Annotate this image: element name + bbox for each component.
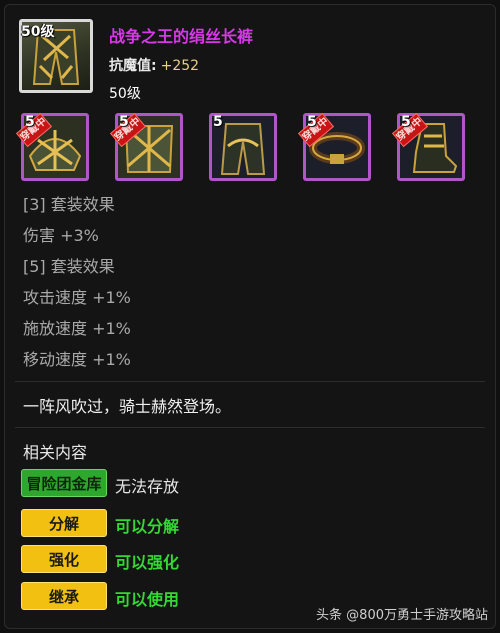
enhance-button[interactable]: 强化 (21, 545, 107, 573)
set-effect-line: 攻击速度 +1% (23, 288, 131, 307)
required-level: 50级 (109, 86, 141, 102)
slot-count: 5 (307, 114, 317, 130)
slot-count: 5 (401, 114, 411, 130)
disassemble-button[interactable]: 分解 (21, 509, 107, 537)
set-effect-line: 施放速度 +1% (23, 319, 131, 338)
adventure-vault-button[interactable]: 冒险团金库 (21, 469, 107, 497)
item-tooltip-panel: 50级 战争之王的绢丝长裤 抗魔值:+252 50级 5 穿戴中 5 穿戴中 (4, 4, 496, 629)
item-icon-frame[interactable]: 50级 (19, 19, 93, 93)
item-name: 战争之王的绢丝长裤 (109, 27, 254, 46)
stat-label: 抗魔值: (109, 58, 157, 74)
set-effect-header-5: [5] 套装效果 (23, 257, 115, 276)
set-slot-2[interactable]: 5 穿戴中 (109, 112, 183, 181)
set-slot-4[interactable]: 5 穿戴中 (297, 112, 371, 181)
inherit-button[interactable]: 继承 (21, 582, 107, 610)
slot-count: 5 (25, 114, 35, 130)
divider (15, 427, 485, 428)
set-slot-3[interactable]: 5 (209, 113, 277, 181)
set-slot-1[interactable]: 5 穿戴中 (15, 112, 89, 181)
set-effect-line: 伤害 +3% (23, 226, 99, 245)
slot-count: 5 (213, 114, 223, 130)
flavor-text: 一阵风吹过，骑士赫然登场。 (23, 397, 232, 416)
inherit-status: 可以使用 (115, 590, 180, 609)
item-stat: 抗魔值: +252 (109, 55, 199, 75)
slot-count: 5 (119, 114, 129, 130)
vault-status: 无法存放 (115, 477, 180, 496)
set-items-row: 5 穿戴中 5 穿戴中 5 5 穿戴中 5 穿戴中 (15, 112, 491, 183)
set-effect-header-3: [3] 套装效果 (23, 195, 115, 214)
set-effect-line: 移动速度 +1% (23, 350, 131, 369)
related-heading: 相关内容 (23, 443, 88, 462)
disassemble-status: 可以分解 (115, 517, 180, 536)
stat-value: +252 (160, 58, 200, 74)
divider (15, 381, 485, 382)
item-level-badge: 50级 (21, 24, 55, 40)
watermark: 头条 @800万勇士手游攻略站 (316, 608, 488, 623)
enhance-status: 可以强化 (115, 553, 180, 572)
set-slot-5[interactable]: 5 穿戴中 (391, 112, 465, 181)
